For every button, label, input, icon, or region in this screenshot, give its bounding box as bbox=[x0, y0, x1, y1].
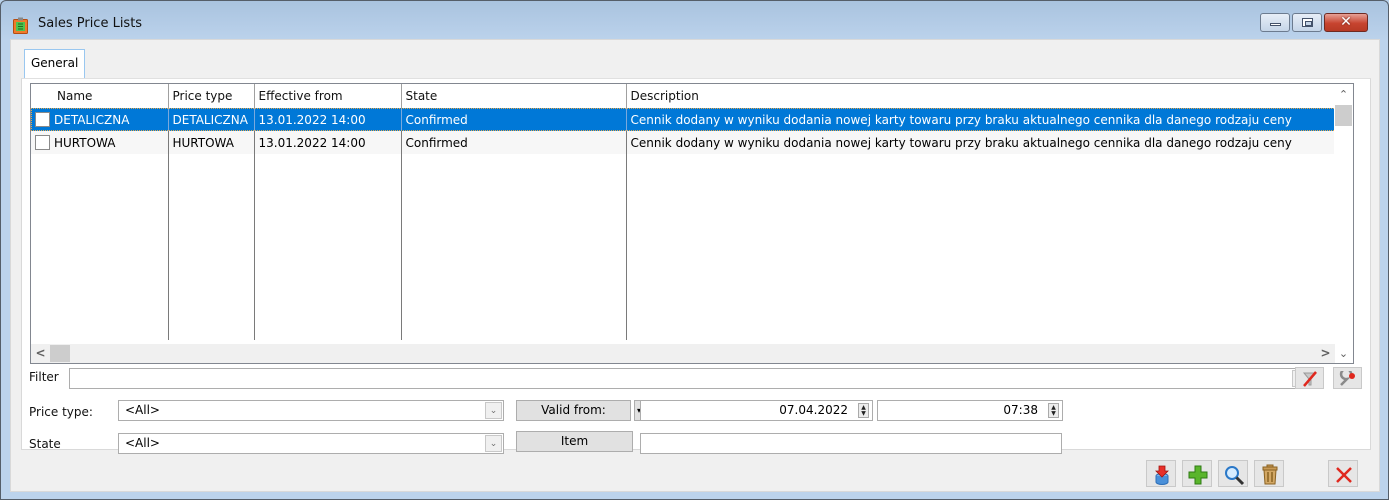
price-list-icon bbox=[13, 17, 28, 34]
state-label: State bbox=[29, 437, 61, 451]
horizontal-scroll-thumb[interactable] bbox=[50, 345, 70, 362]
column-header-effective-from[interactable]: Effective from bbox=[254, 84, 402, 108]
item-input[interactable] bbox=[640, 433, 1062, 454]
minimize-icon bbox=[1270, 23, 1281, 26]
tab-general[interactable]: General bbox=[24, 49, 86, 79]
valid-from-date-input[interactable]: 07.04.2022 ▲ ▼ bbox=[640, 400, 873, 421]
table-row[interactable]: HURTOWA HURTOWA 13.01.2022 14:00 Confirm… bbox=[31, 131, 1337, 154]
close-icon bbox=[1336, 467, 1352, 483]
cell-name[interactable]: HURTOWA bbox=[31, 131, 169, 154]
client-area: General Name Price type Effective from S… bbox=[10, 39, 1380, 492]
table-row[interactable]: DETALICZNA DETALICZNA 13.01.2022 14:00 C… bbox=[31, 108, 1337, 131]
column-header-price-type[interactable]: Price type bbox=[168, 84, 255, 108]
scroll-up-icon[interactable]: ⌃ bbox=[1334, 86, 1353, 104]
preview-button[interactable] bbox=[1218, 460, 1248, 487]
add-button[interactable] bbox=[1182, 460, 1212, 487]
cell-description: Cennik dodany w wyniku dodania nowej kar… bbox=[626, 108, 1337, 131]
price-type-select[interactable]: <All> ⌄ bbox=[118, 400, 504, 421]
preview-icon bbox=[1225, 466, 1245, 486]
price-type-dropdown-button[interactable]: ⌄ bbox=[485, 402, 502, 419]
maximize-button[interactable] bbox=[1292, 13, 1322, 32]
spin-up-down-icon: ▲ ▼ bbox=[861, 404, 866, 417]
cell-description: Cennik dodany w wyniku dodania nowej kar… bbox=[626, 131, 1337, 154]
close-icon: ✕ bbox=[1340, 14, 1352, 30]
valid-from-button[interactable]: Valid from: bbox=[516, 400, 631, 421]
filter-input[interactable]: ⌄ bbox=[69, 368, 1311, 389]
minimize-button[interactable] bbox=[1260, 13, 1290, 32]
cell-effective-from: 13.01.2022 14:00 bbox=[254, 131, 402, 154]
price-lists-grid: Name Price type Effective from State Des… bbox=[30, 83, 1354, 364]
clear-filter-icon bbox=[1302, 371, 1318, 387]
time-spinner[interactable]: ▲ ▼ bbox=[1048, 403, 1059, 418]
valid-from-time-input[interactable]: 07:38 ▲ ▼ bbox=[877, 400, 1063, 421]
item-button[interactable]: Item bbox=[516, 431, 633, 452]
column-header-description[interactable]: Description bbox=[626, 84, 1337, 108]
row-checkbox[interactable] bbox=[35, 135, 50, 150]
maximize-icon bbox=[1302, 18, 1313, 27]
column-header-name[interactable]: Name bbox=[31, 84, 169, 108]
title-bar: Sales Price Lists ✕ bbox=[1, 1, 1388, 39]
clear-filter-button[interactable] bbox=[1295, 367, 1324, 389]
close-window-button[interactable]: ✕ bbox=[1324, 13, 1368, 32]
import-button[interactable] bbox=[1146, 460, 1176, 487]
import-icon bbox=[1155, 465, 1169, 485]
state-select[interactable]: <All> ⌄ bbox=[118, 433, 504, 454]
vertical-scrollbar[interactable]: ⌃ ⌄ bbox=[1334, 84, 1353, 363]
filter-builder-icon bbox=[1339, 371, 1355, 386]
cell-price-type: HURTOWA bbox=[168, 131, 255, 154]
scroll-right-icon[interactable]: > bbox=[1316, 344, 1335, 363]
close-form-button[interactable] bbox=[1328, 460, 1358, 487]
cell-name[interactable]: DETALICZNA bbox=[31, 108, 169, 131]
row-checkbox[interactable] bbox=[35, 112, 50, 127]
vertical-scroll-thumb[interactable] bbox=[1335, 105, 1352, 126]
delete-icon bbox=[1262, 464, 1278, 485]
delete-button[interactable] bbox=[1254, 460, 1284, 487]
sales-price-lists-window: Sales Price Lists ✕ General Name Price t… bbox=[0, 0, 1389, 500]
chevron-down-icon: ⌄ bbox=[489, 406, 498, 416]
spin-up-down-icon: ▲ ▼ bbox=[1051, 404, 1056, 417]
scroll-left-icon[interactable]: < bbox=[31, 344, 50, 363]
state-dropdown-button[interactable]: ⌄ bbox=[485, 435, 502, 452]
grid-header: Name Price type Effective from State Des… bbox=[31, 84, 1337, 108]
window-title: Sales Price Lists bbox=[38, 16, 143, 31]
filter-builder-button[interactable] bbox=[1333, 367, 1362, 389]
cell-price-type: DETALICZNA bbox=[168, 108, 255, 131]
add-icon bbox=[1188, 465, 1208, 485]
horizontal-scrollbar[interactable]: < > bbox=[31, 344, 1335, 363]
cell-effective-from: 13.01.2022 14:00 bbox=[254, 108, 402, 131]
scroll-down-icon[interactable]: ⌄ bbox=[1334, 344, 1353, 363]
chevron-down-icon: ⌄ bbox=[489, 439, 498, 449]
filter-label: Filter bbox=[29, 370, 59, 384]
cell-state: Confirmed bbox=[401, 131, 627, 154]
general-panel: Name Price type Effective from State Des… bbox=[21, 78, 1371, 487]
price-type-label: Price type: bbox=[29, 405, 93, 419]
cell-state: Confirmed bbox=[401, 108, 627, 131]
column-header-state[interactable]: State bbox=[401, 84, 627, 108]
date-spinner[interactable]: ▲ ▼ bbox=[858, 403, 869, 418]
empty-grid-area bbox=[31, 154, 1337, 340]
